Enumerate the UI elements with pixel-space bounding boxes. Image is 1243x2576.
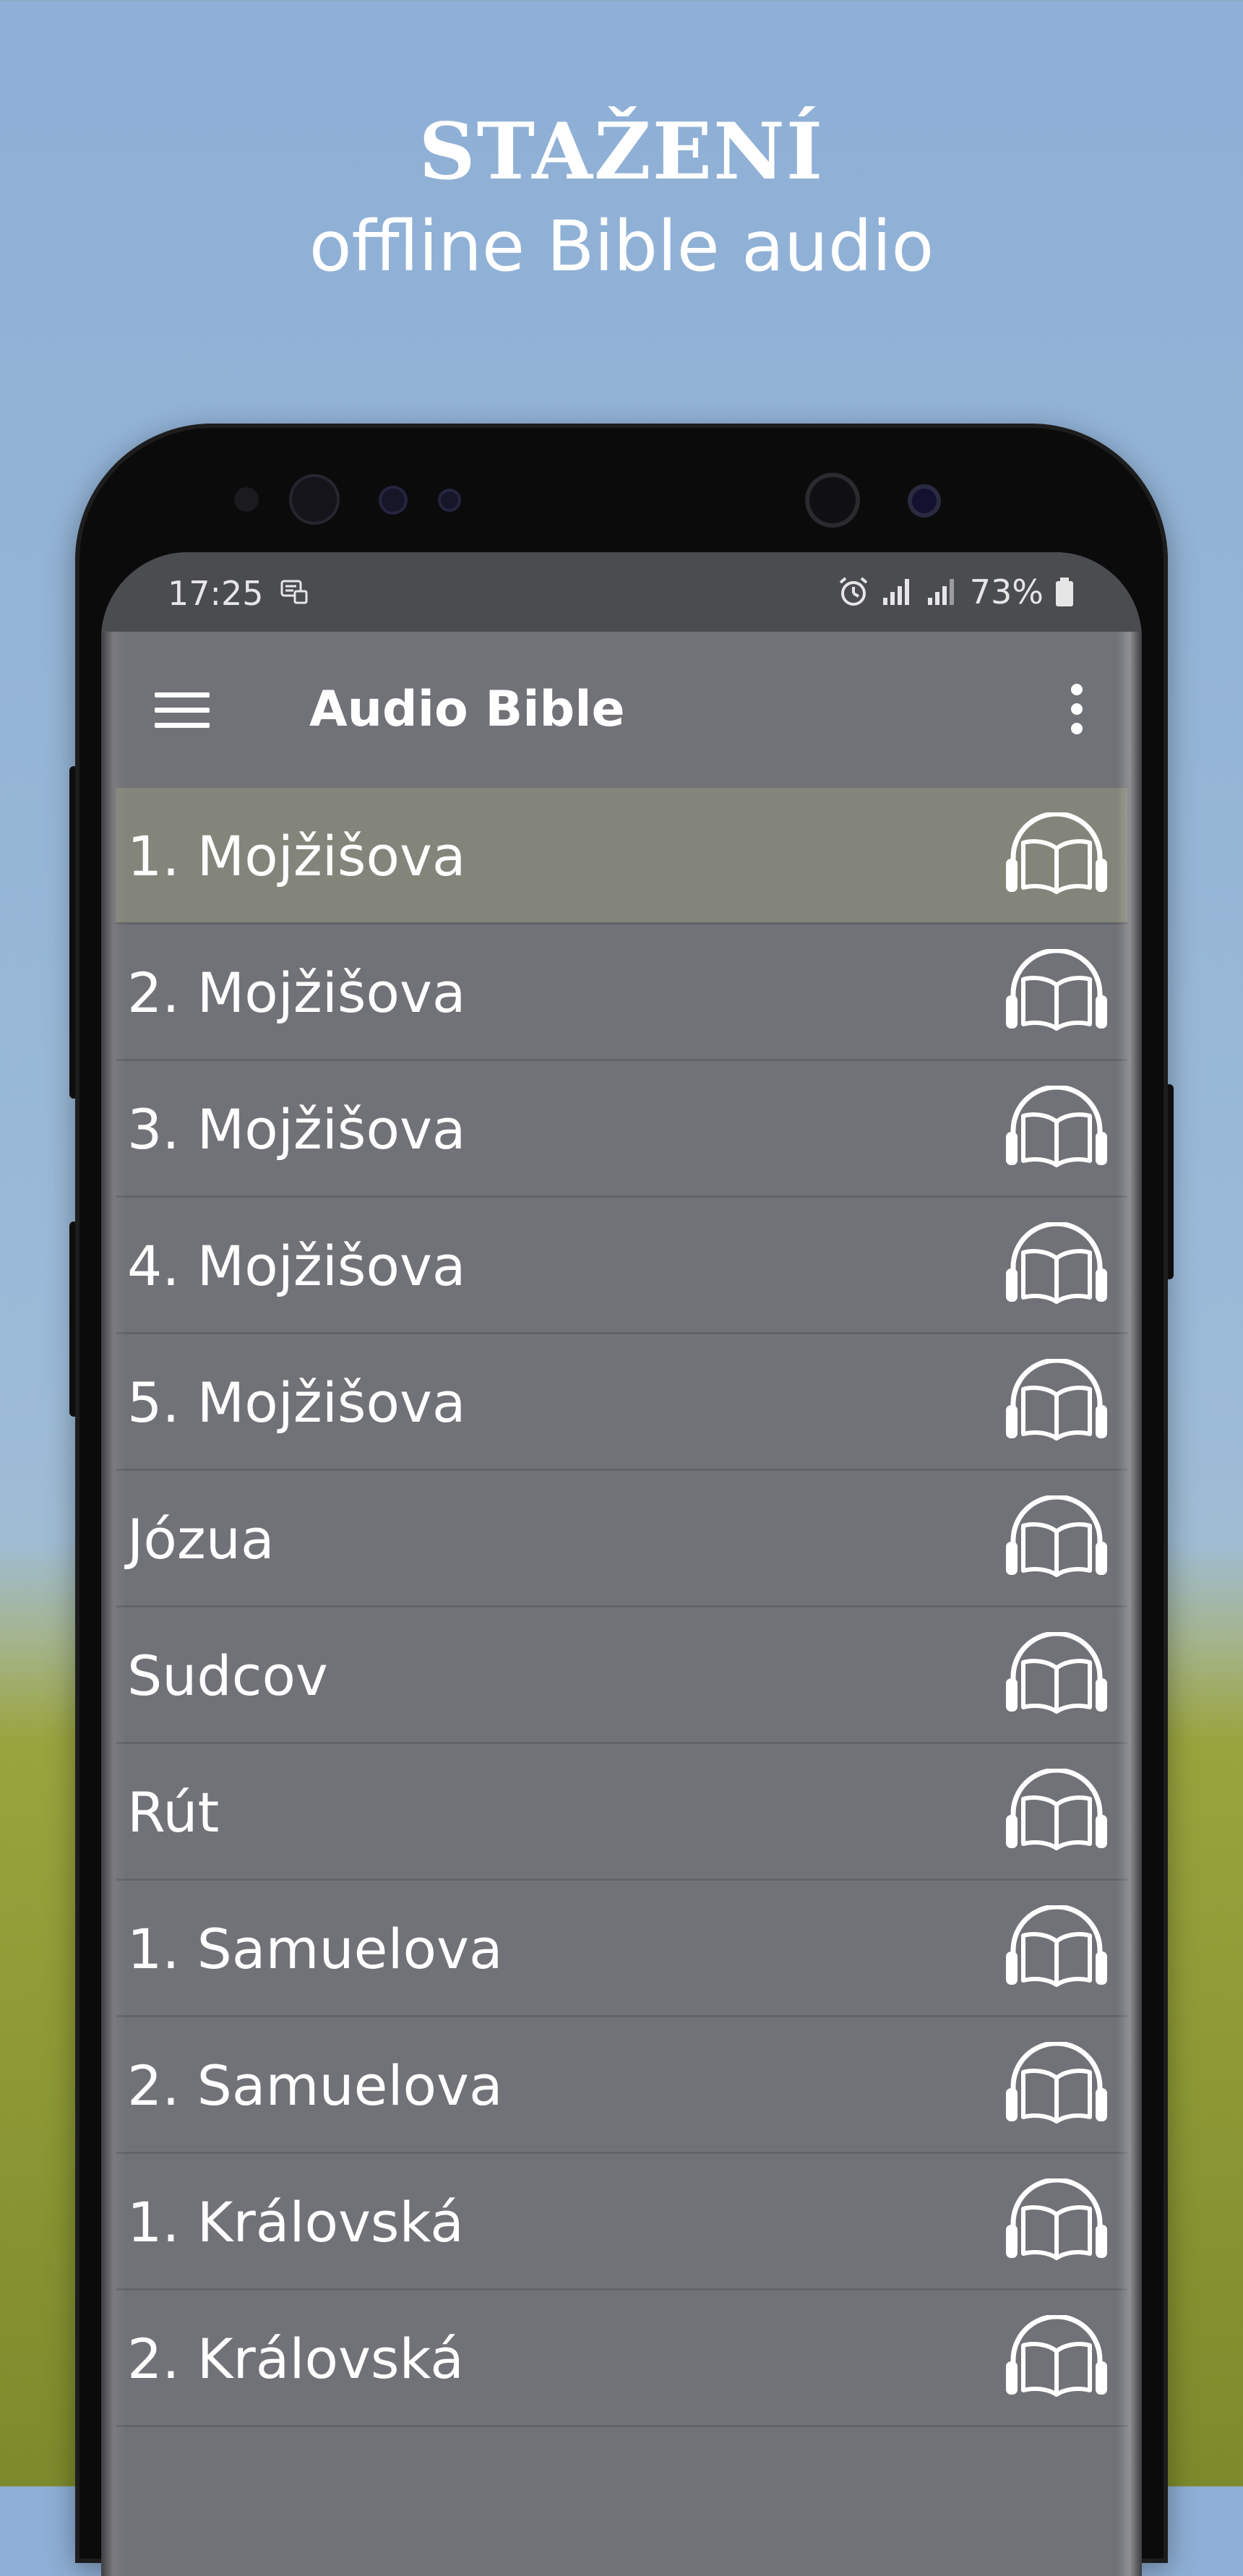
book-title: 2. Samuelova xyxy=(127,2053,503,2118)
book-title: 1. Mojžišova xyxy=(127,824,466,888)
book-list-item-10[interactable]: 2. Samuelova xyxy=(116,2017,1127,2154)
more-vertical-icon[interactable] xyxy=(1055,677,1098,742)
audio-book-icon[interactable] xyxy=(1003,1086,1110,1172)
book-title: 1. Královská xyxy=(127,2190,464,2254)
book-list: 1. Mojžišova 2. Mojžišova 3. Mojžišova 4… xyxy=(116,788,1127,2427)
signal-icon xyxy=(882,579,909,605)
battery-percent: 73% xyxy=(969,572,1044,611)
book-list-item-7[interactable]: Sudcov xyxy=(116,1607,1127,1744)
book-list-item-12[interactable]: 2. Královská xyxy=(116,2291,1127,2427)
screen-edge-right xyxy=(1117,632,1142,2576)
audio-book-icon[interactable] xyxy=(1003,1905,1110,1992)
front-camera xyxy=(805,473,860,528)
signal-icon-2 xyxy=(927,579,954,605)
audio-book-icon[interactable] xyxy=(1003,1222,1110,1309)
book-title: 1. Samuelova xyxy=(127,1917,503,1981)
phone-screen: 17:25 73% Audio Bible 1. Mojžišova 2. Mo… xyxy=(101,552,1142,2576)
audio-book-icon[interactable] xyxy=(1003,1495,1110,1582)
audio-book-icon[interactable] xyxy=(1003,1359,1110,1446)
book-title: Sudcov xyxy=(127,1644,328,1708)
book-title: 5. Mojžišova xyxy=(127,1370,466,1435)
camera-sensor xyxy=(908,484,941,518)
promo-title: STAŽENÍ xyxy=(418,106,825,197)
book-title: 3. Mojžišova xyxy=(127,1097,466,1162)
book-title: 2. Mojžišova xyxy=(127,961,466,1025)
book-list-item-5[interactable]: 5. Mojžišova xyxy=(116,1334,1127,1471)
book-title: 2. Královská xyxy=(127,2327,464,2391)
audio-book-icon[interactable] xyxy=(1003,1632,1110,1719)
light-sensor xyxy=(379,486,408,515)
screen-edge-left xyxy=(101,632,126,2576)
battery-icon xyxy=(1056,578,1073,606)
book-list-item-2[interactable]: 2. Mojžišova xyxy=(116,924,1127,1061)
proximity-sensor xyxy=(234,487,259,512)
promo-subtitle: offline Bible audio xyxy=(309,206,934,287)
book-list-item-9[interactable]: 1. Samuelova xyxy=(116,1881,1127,2017)
audio-book-icon[interactable] xyxy=(1003,2042,1110,2129)
book-list-item-8[interactable]: Rút xyxy=(116,1744,1127,1881)
book-list-item-3[interactable]: 3. Mojžišova xyxy=(116,1061,1127,1198)
status-indicators: 73% xyxy=(837,572,1075,611)
phone-frame: 17:25 73% Audio Bible 1. Mojžišova 2. Mo… xyxy=(75,424,1168,2576)
book-title: 4. Mojžišova xyxy=(127,1234,466,1298)
ir-sensor xyxy=(438,489,461,512)
audio-book-icon[interactable] xyxy=(1003,949,1110,1036)
notification-icon xyxy=(280,580,308,604)
book-title: Rút xyxy=(127,1780,220,1845)
alarm-icon xyxy=(839,577,868,606)
audio-book-icon[interactable] xyxy=(1003,2178,1110,2265)
status-time: 17:25 xyxy=(168,574,264,613)
book-list-item-1[interactable]: 1. Mojžišova xyxy=(116,788,1127,924)
book-list-item-4[interactable]: 4. Mojžišova xyxy=(116,1198,1127,1334)
hamburger-menu-icon[interactable] xyxy=(153,681,211,739)
promo-headline: STAŽENÍ offline Bible audio xyxy=(0,101,1243,293)
app-bar: Audio Bible xyxy=(101,632,1142,788)
audio-book-icon[interactable] xyxy=(1003,812,1110,899)
book-list-item-11[interactable]: 1. Královská xyxy=(116,2154,1127,2291)
audio-book-icon[interactable] xyxy=(1003,2315,1110,2402)
book-title: Józua xyxy=(127,1507,275,1571)
iris-scanner xyxy=(289,474,340,525)
status-bar: 17:25 73% xyxy=(101,552,1142,632)
app-title: Audio Bible xyxy=(309,681,625,738)
audio-book-icon[interactable] xyxy=(1003,1769,1110,1855)
book-list-item-6[interactable]: Józua xyxy=(116,1471,1127,1607)
